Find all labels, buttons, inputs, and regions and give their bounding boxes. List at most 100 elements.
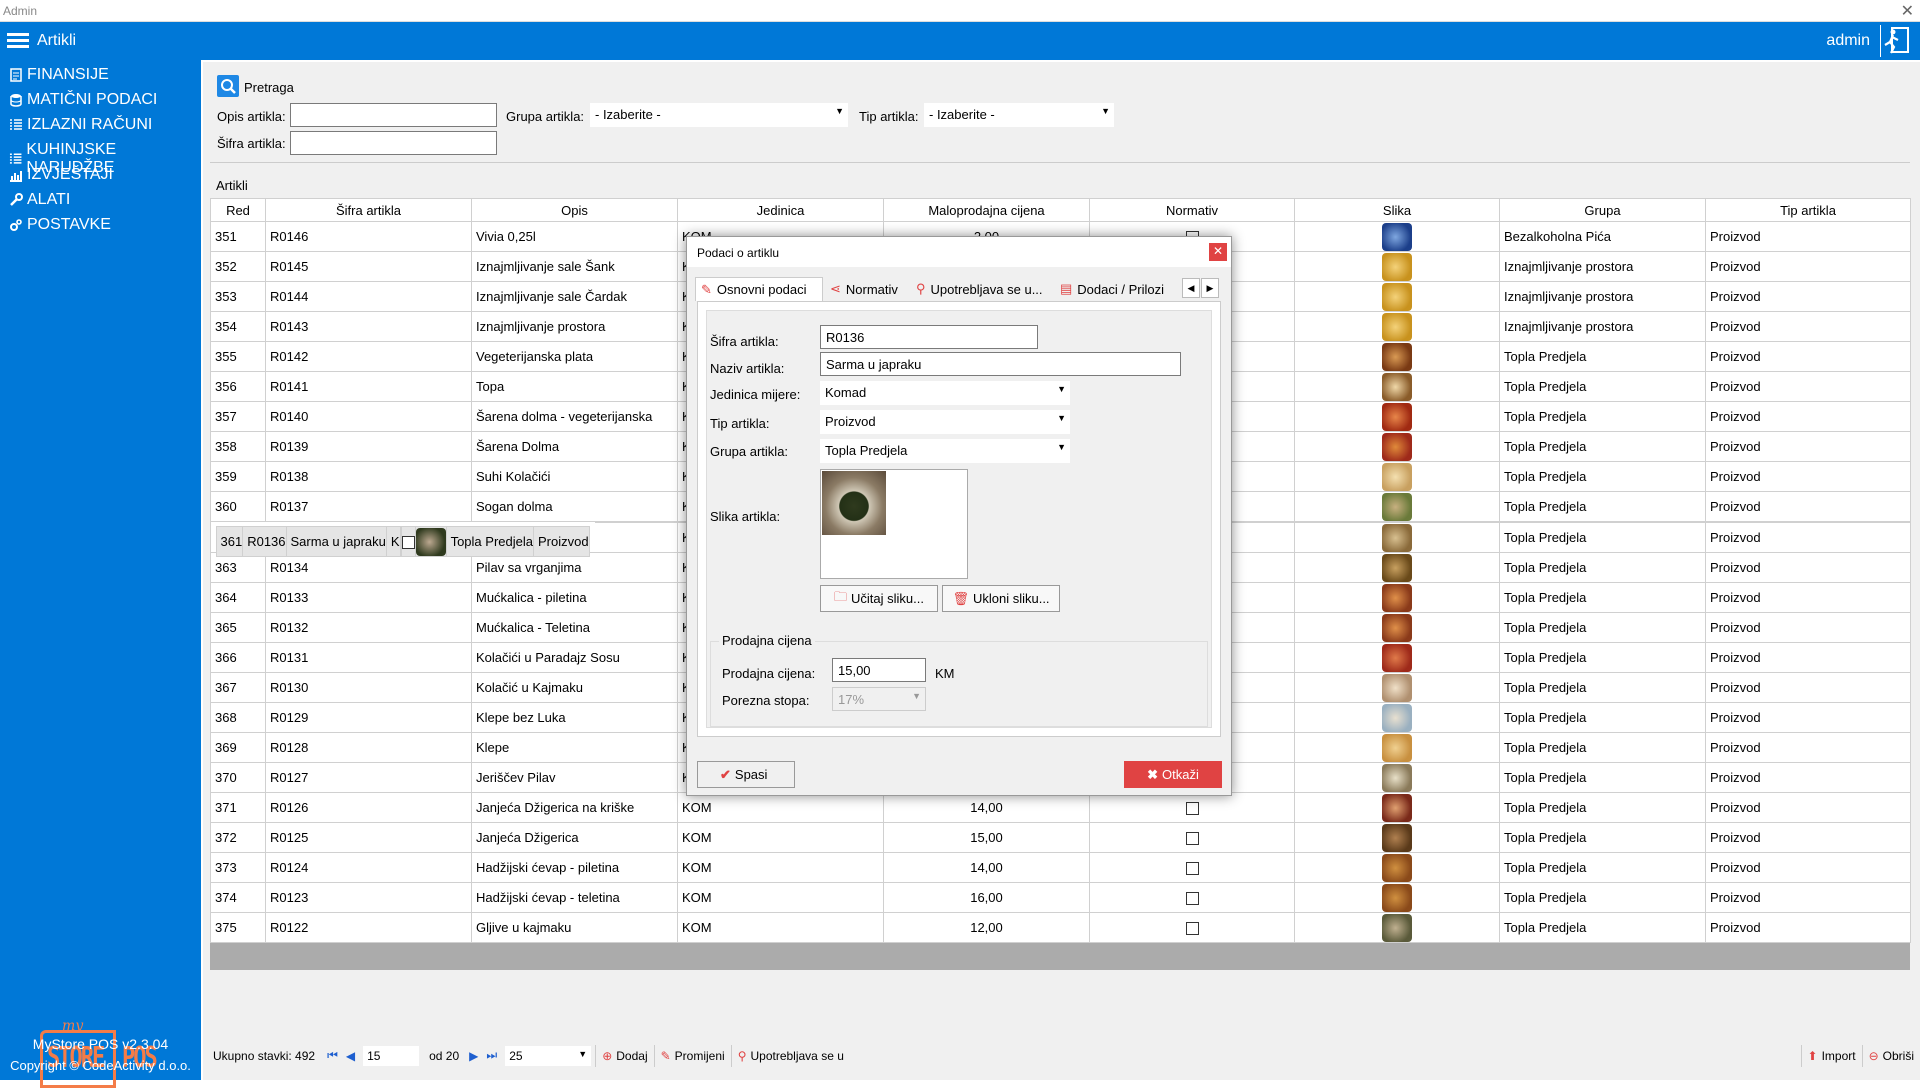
tab-dodaci[interactable]: ▤ Dodaci / Prilozi (1055, 277, 1179, 301)
cell: R0133 (265, 582, 472, 613)
column-header[interactable]: Grupa (1499, 198, 1706, 222)
page-input[interactable] (363, 1045, 420, 1066)
cell: Proizvod (1705, 912, 1911, 943)
cell: Proizvod (1705, 702, 1911, 733)
last-page-icon[interactable]: ⏭ (482, 1048, 501, 1063)
cell: Proizvod (1705, 882, 1911, 913)
table-row[interactable]: 374 R0123 Hadžijski ćevap - teletina KOM 16,… (210, 882, 1911, 913)
dlg-slika-label: Slika artikla: (710, 509, 781, 524)
table-row[interactable]: 371 R0126 Janjeća Džigerica na kriške KOM 14… (210, 792, 1911, 823)
cell: 369 (210, 732, 266, 763)
image-cell (1294, 401, 1500, 432)
column-header[interactable]: Tip artikla (1705, 198, 1911, 222)
window-titlebar: Admin ✕ (0, 0, 1920, 22)
column-header[interactable]: Šifra artikla (265, 198, 472, 222)
column-header[interactable]: Maloprodajna cijena (883, 198, 1090, 222)
cell: Kolačić u Kajmaku (471, 672, 678, 703)
image-cell (1294, 582, 1500, 613)
exit-icon[interactable] (1880, 25, 1912, 57)
grupa-select[interactable]: - Izaberite - ▼ (590, 103, 848, 127)
dlg-sifra-input[interactable] (820, 325, 1038, 349)
dialog-close-button[interactable]: ✕ (1209, 243, 1227, 261)
tab-scroll-right-icon[interactable]: ▶ (1201, 278, 1219, 298)
cell: Sarma u japraku (285, 526, 387, 557)
cell: Iznajmljivanje sale Čardak (471, 281, 678, 312)
currency-label: KM (935, 666, 955, 681)
normativ-cell (1089, 822, 1295, 853)
prev-page-icon[interactable]: ◀ (342, 1049, 359, 1063)
table-row[interactable]: 372 R0125 Janjeća Džigerica KOM 15,00 Topla P… (210, 822, 1911, 853)
tab-normativ[interactable]: ⋖ Normativ (825, 277, 909, 301)
window-close-icon[interactable]: ✕ (1901, 1, 1914, 21)
dlg-naziv-input[interactable] (820, 352, 1181, 376)
cell: Šarena Dolma (471, 431, 678, 462)
page-size-select[interactable]: 25 ▼ (505, 1045, 592, 1066)
normativ-checkbox[interactable] (402, 536, 415, 550)
column-header[interactable]: Opis (471, 198, 678, 222)
price-label: Prodajna cijena: (722, 666, 816, 681)
cell: 352 (210, 251, 266, 282)
cell: Topla Predjela (1499, 341, 1706, 372)
hamburger-icon[interactable] (7, 33, 29, 49)
first-page-icon[interactable]: ⏮ (323, 1048, 342, 1063)
tab-scroll-left-icon[interactable]: ◀ (1182, 278, 1200, 298)
delete-button[interactable]: ⊖ Obriši (1861, 1044, 1920, 1067)
price-input[interactable] (832, 658, 926, 682)
table-row[interactable]: 373 R0124 Hadžijski ćevap - piletina KOM 14,… (210, 852, 1911, 883)
edit-button[interactable]: ✎ Promijeni (653, 1044, 731, 1067)
add-button[interactable]: ⊕ Dodaj (595, 1044, 653, 1067)
next-page-icon[interactable]: ▶ (465, 1049, 482, 1063)
tab-osnovni-podaci[interactable]: ✎ Osnovni podaci (695, 277, 823, 301)
article-thumbnail (1382, 282, 1412, 311)
sidebar-item-izlazni-racuni[interactable]: IZLAZNI RAČUNI (9, 116, 152, 134)
cell: R0123 (265, 882, 472, 913)
cancel-x-icon: ✖ (1147, 766, 1159, 782)
normativ-checkbox[interactable] (1185, 922, 1199, 936)
cell: 357 (210, 401, 266, 432)
load-image-button[interactable]: 🗀 Učitaj sliku... (820, 585, 938, 612)
table-row[interactable]: 375 R0122 Gljive u kajmaku KOM 12,00 Topla Pr… (210, 912, 1911, 943)
sidebar-item-alati[interactable]: ALATI (9, 191, 70, 209)
dlg-tip-select[interactable]: Proizvod ▼ (820, 410, 1070, 434)
sidebar-item-maticni-podaci[interactable]: MATIČNI PODACI (9, 91, 157, 109)
column-header[interactable]: Jedinica (677, 198, 884, 222)
normativ-checkbox[interactable] (1185, 832, 1199, 846)
table-row[interactable]: 361 R0136 Sarma u japraku K Topla Predjela Pr… (210, 522, 595, 557)
cell: Proizvod (1705, 762, 1911, 793)
app-version: MyStore POS v2.3.04 (32, 1036, 169, 1052)
article-thumbnail (1382, 763, 1412, 792)
column-header[interactable]: Normativ (1089, 198, 1295, 222)
cell: 364 (210, 582, 266, 613)
cell: Topla Predjela (1499, 491, 1706, 522)
magnifier-icon: ⚲ (737, 1048, 747, 1063)
cell: 365 (210, 612, 266, 643)
sifra-input[interactable] (290, 131, 497, 155)
used-in-button[interactable]: ⚲ Upotrebljava se u (730, 1044, 850, 1067)
cancel-button[interactable]: ✖ Otkaži (1124, 761, 1222, 788)
dlg-jedinica-select[interactable]: Komad ▼ (820, 381, 1070, 405)
sidebar-item-izvjestaji[interactable]: IZVJEŠTAJI (9, 166, 113, 184)
normativ-checkbox[interactable] (1185, 892, 1199, 906)
column-header[interactable]: Red (210, 198, 266, 222)
tip-select[interactable]: - Izaberite - ▼ (924, 103, 1114, 127)
magnifier-icon: ⚲ (916, 281, 926, 296)
normativ-checkbox[interactable] (1185, 862, 1199, 876)
import-button[interactable]: ⬆ Import (1800, 1044, 1862, 1067)
cell: Klepe (471, 732, 678, 763)
sidebar-item-finansije[interactable]: FINANSIJE (9, 66, 109, 84)
sidebar-item-postavke[interactable]: POSTAVKE (9, 216, 111, 234)
image-cell (1294, 612, 1500, 643)
remove-image-button[interactable]: 🗑 Ukloni sliku... (942, 585, 1060, 612)
dlg-grupa-select[interactable]: Topla Predjela ▼ (820, 439, 1070, 463)
image-cell (1294, 702, 1500, 733)
save-button[interactable]: ✔ Spasi (697, 761, 795, 788)
wrench-icon (10, 193, 23, 206)
opis-input[interactable] (290, 103, 497, 127)
tab-upotrebljava[interactable]: ⚲ Upotrebljava se u... (911, 277, 1051, 301)
cell: R0143 (265, 311, 472, 342)
dlg-sifra-label: Šifra artikla: (710, 334, 779, 349)
cell: Proizvod (1705, 672, 1911, 703)
dlg-grupa-label: Grupa artikla: (710, 444, 789, 459)
normativ-checkbox[interactable] (1185, 802, 1199, 816)
column-header[interactable]: Slika (1294, 198, 1500, 222)
